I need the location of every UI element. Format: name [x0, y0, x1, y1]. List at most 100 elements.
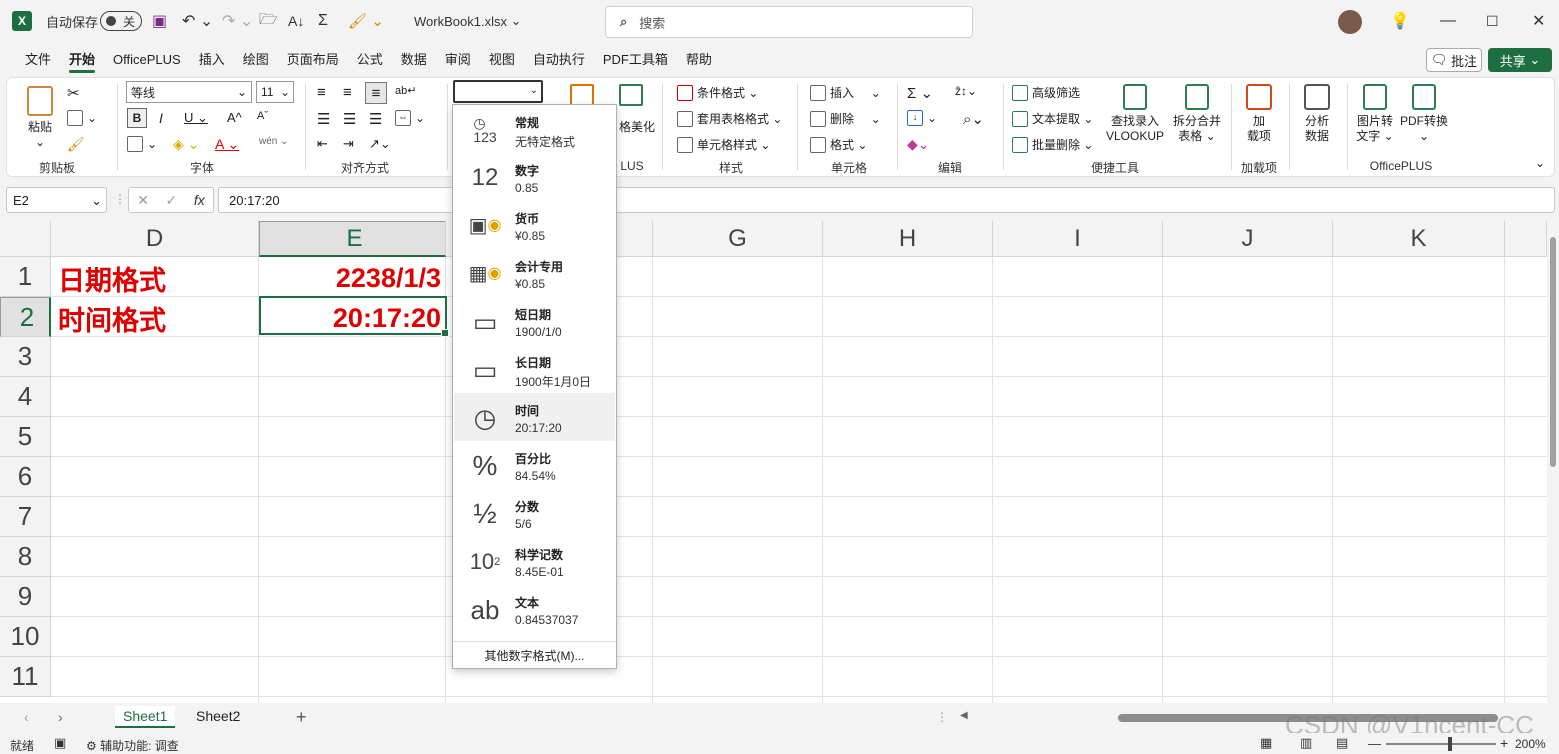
addin-button[interactable]: 加载项 [1239, 84, 1279, 144]
italic-button[interactable]: I [159, 110, 163, 126]
format-option-accounting[interactable]: ▦ ◉ 会计专用 ¥0.85 [454, 249, 615, 297]
minimize-icon[interactable]: — [1440, 10, 1456, 32]
name-box[interactable]: E2 ⌄ [6, 187, 107, 213]
column-header-h[interactable]: H [823, 221, 993, 257]
zoom-in-icon[interactable]: + [1500, 735, 1508, 751]
redo-icon[interactable]: ↷ ⌄ [222, 10, 253, 32]
font-size-select[interactable]: 11 ⌄ [256, 81, 294, 103]
table-style-icon[interactable] [619, 84, 643, 106]
text-extract-button[interactable]: 文本提取 ⌄ [1012, 110, 1093, 127]
select-all-corner[interactable] [0, 221, 51, 257]
tab-officeplus[interactable]: OfficePLUS [104, 44, 190, 76]
sheet-tab-sheet2[interactable]: Sheet2 [188, 706, 248, 726]
table-beautify-icon[interactable] [570, 84, 594, 106]
format-option-time[interactable]: ◷ 时间 20:17:20 [454, 393, 615, 441]
avatar[interactable] [1338, 10, 1362, 34]
format-cells-button[interactable]: 格式 ⌄ [810, 136, 867, 153]
column-header-k[interactable]: K [1333, 221, 1505, 257]
sum-icon[interactable]: Σ [318, 10, 328, 32]
split-handle-icon[interactable]: ⋮ [936, 710, 948, 724]
decrease-font-icon[interactable]: Aˇ [257, 110, 268, 122]
search-box[interactable]: ⌕ 搜索 [605, 6, 973, 38]
zoom-slider[interactable] [1386, 737, 1496, 751]
align-right-icon[interactable]: ☰ [369, 110, 382, 128]
copy-icon[interactable]: ⌄ [67, 110, 97, 126]
tab-home[interactable]: 开始 [60, 44, 104, 76]
ribbon-collapse-icon[interactable]: ⌄ [1535, 156, 1545, 170]
macro-record-icon[interactable]: ▣ [54, 735, 66, 751]
increase-font-icon[interactable]: A^ [227, 110, 242, 125]
merge-center-icon[interactable]: ⇔ ⌄ [395, 110, 425, 126]
image-to-text-button[interactable]: 图片转 文字 ⌄ [1353, 84, 1397, 144]
tab-automate[interactable]: 自动执行 [524, 44, 594, 76]
format-option-number[interactable]: 12 数字 0.85 [454, 153, 615, 201]
tab-file[interactable]: 文件 [16, 44, 60, 76]
align-bottom-icon[interactable]: ≡ [365, 82, 387, 104]
font-name-select[interactable]: 等线 ⌄ [126, 81, 252, 103]
worksheet-grid[interactable]: D E F G H I J K 1 2 3 4 5 6 7 8 9 10 11 [0, 221, 1547, 703]
align-center-icon[interactable]: ☰ [343, 110, 356, 128]
maximize-icon[interactable]: ☐ [1486, 10, 1499, 32]
format-option-scientific[interactable]: 10 2 科学记数 8.45E-01 [454, 537, 615, 585]
row-header-5[interactable]: 5 [0, 417, 51, 457]
cell-style-button[interactable]: 单元格样式 ⌄ [677, 136, 770, 153]
format-option-percentage[interactable]: % 百分比 84.54% [454, 441, 615, 489]
page-layout-view-icon[interactable]: ▥ [1300, 735, 1312, 751]
sort-filter-icon[interactable]: ẑ↕⌄ [955, 84, 977, 98]
undo-icon[interactable]: ↶ ⌄ [182, 10, 213, 32]
row-header-2[interactable]: 2 [0, 297, 51, 337]
tab-page-layout[interactable]: 页面布局 [278, 44, 348, 76]
tab-pdf-toolbox[interactable]: PDF工具箱 [594, 44, 677, 76]
enter-icon[interactable]: ✓ [166, 192, 178, 209]
prev-sheet-icon[interactable]: ‹ [24, 709, 29, 725]
column-header-e[interactable]: E [259, 221, 446, 257]
format-painter-icon[interactable]: 🖌 ⌄ [348, 10, 384, 32]
sheet-tab-sheet1[interactable]: Sheet1 [115, 706, 176, 728]
advanced-filter-button[interactable]: 高级筛选 [1012, 84, 1080, 101]
tab-formulas[interactable]: 公式 [348, 44, 392, 76]
cut-icon[interactable]: ✂ [67, 84, 80, 102]
clear-icon[interactable]: ◆⌄ [907, 136, 930, 153]
column-header-j[interactable]: J [1163, 221, 1333, 257]
column-header-partial[interactable] [1505, 221, 1547, 257]
batch-delete-button[interactable]: 批量删除 ⌄ [1012, 136, 1093, 153]
increase-indent-icon[interactable]: ⇥ [343, 136, 354, 152]
row-header-10[interactable]: 10 [0, 617, 51, 657]
border-icon[interactable]: ⌄ [127, 136, 157, 152]
column-header-i[interactable]: I [993, 221, 1163, 257]
format-option-long-date[interactable]: ▭ 长日期 1900年1月0日 [454, 345, 615, 393]
tab-view[interactable]: 视图 [480, 44, 524, 76]
accessibility-status[interactable]: ⚙ 辅助功能: 调查 [86, 737, 179, 754]
normal-view-icon[interactable]: ▦ [1260, 735, 1272, 751]
tab-data[interactable]: 数据 [392, 44, 436, 76]
file-name[interactable]: WorkBook1.xlsx ⌄ [414, 10, 521, 32]
more-number-formats-link[interactable]: 其他数字格式(M)... [453, 641, 616, 663]
close-icon[interactable]: ✕ [1532, 10, 1545, 32]
row-header-6[interactable]: 6 [0, 457, 51, 497]
font-color-icon[interactable]: A ⌄ [215, 136, 239, 153]
scrollbar-thumb[interactable] [1550, 237, 1556, 467]
underline-button[interactable]: U ⌄ [184, 110, 208, 126]
zoom-slider-thumb[interactable] [1448, 737, 1452, 751]
autosave-toggle[interactable]: 关 [100, 11, 142, 31]
table-format-button[interactable]: 套用表格格式 ⌄ [677, 110, 782, 127]
align-top-icon[interactable]: ≡ [317, 84, 326, 101]
column-header-g[interactable]: G [653, 221, 823, 257]
row-header-3[interactable]: 3 [0, 337, 51, 377]
column-header-d[interactable]: D [51, 221, 259, 257]
autosum-icon[interactable]: Σ ⌄ [907, 84, 933, 102]
scroll-left-icon[interactable]: ◀ [960, 710, 968, 721]
share-button[interactable]: 共享 ⌄ [1488, 48, 1552, 72]
save-icon[interactable]: ▣ [152, 10, 167, 32]
vlookup-button[interactable]: 查找录入 VLOOKUP [1103, 84, 1167, 144]
cell-d2[interactable]: 时间格式 [58, 298, 166, 338]
page-break-view-icon[interactable]: ▤ [1336, 735, 1348, 751]
zoom-level[interactable]: 200% [1515, 737, 1546, 751]
open-folder-icon[interactable]: 🗁 [259, 10, 278, 32]
paste-button[interactable]: 粘贴 ⌄ [21, 86, 59, 150]
format-option-general[interactable]: ◷ 123 常规 无特定格式 [454, 105, 615, 153]
analyze-data-button[interactable]: 分析 数据 [1297, 84, 1337, 144]
zoom-out-icon[interactable]: — [1368, 736, 1381, 751]
cancel-icon[interactable]: ✕ [137, 192, 149, 209]
format-option-currency[interactable]: ▣ ◉ 货币 ¥0.85 [454, 201, 615, 249]
